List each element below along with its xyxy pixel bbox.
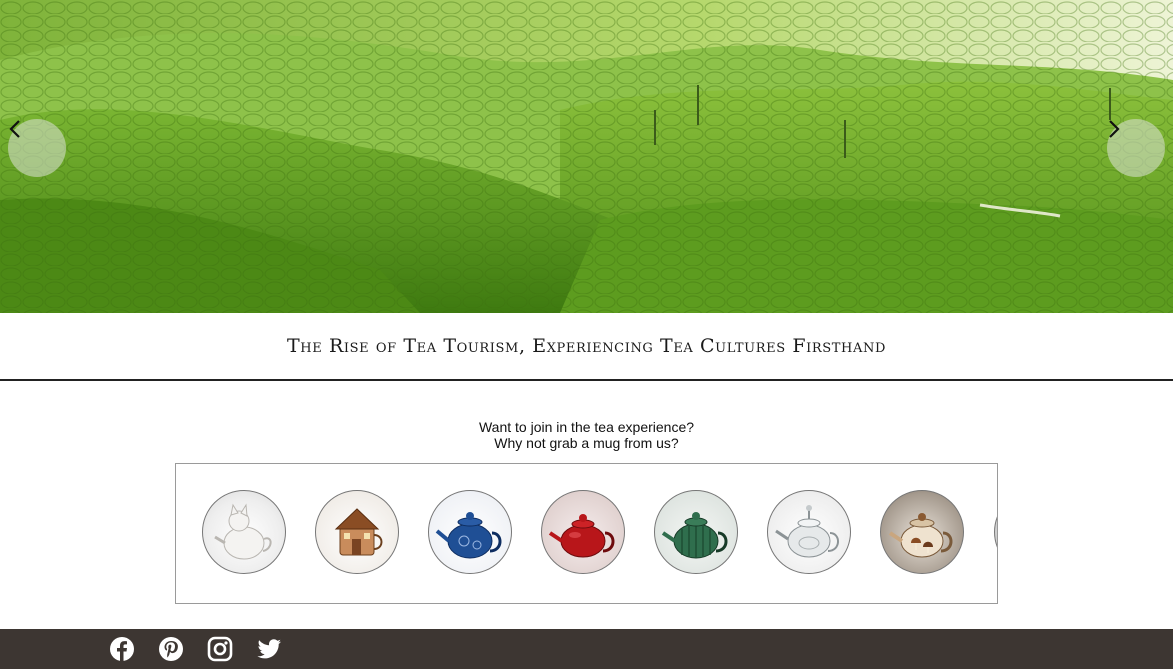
green-teapot-icon xyxy=(661,512,728,559)
product-glass-teapot[interactable] xyxy=(767,490,851,574)
carousel-prev-button[interactable] xyxy=(8,119,66,177)
product-carousel[interactable] xyxy=(175,463,998,604)
promo-line-1: Want to join in the tea experience? xyxy=(478,419,695,435)
product-cat-teapot[interactable] xyxy=(202,490,286,574)
product-next-partial[interactable] xyxy=(994,490,997,574)
blue-teapot-icon xyxy=(435,512,502,559)
chevron-right-icon xyxy=(1109,120,1120,138)
cat-teapot-icon xyxy=(214,503,272,560)
facebook-icon[interactable] xyxy=(109,636,135,662)
carousel-next-button[interactable] xyxy=(1107,119,1165,177)
twitter-icon[interactable] xyxy=(256,636,282,662)
product-green-teapot[interactable] xyxy=(654,490,738,574)
article-title-bar: The Rise of Tea Tourism, Experiencing Te… xyxy=(0,313,1173,381)
article-title: The Rise of Tea Tourism, Experiencing Te… xyxy=(287,335,886,357)
footer xyxy=(0,629,1173,669)
red-teapot-icon xyxy=(548,514,615,558)
promo-line-2: Why not grab a mug from us? xyxy=(494,435,679,451)
instagram-icon[interactable] xyxy=(207,636,233,662)
glass-teapot-icon xyxy=(775,505,839,558)
promo-text: Want to join in the tea experience? Why … xyxy=(0,419,1173,451)
product-red-teapot[interactable] xyxy=(541,490,625,574)
hero-banner xyxy=(0,0,1173,313)
product-cottage-teapot[interactable] xyxy=(315,490,399,574)
pinterest-icon[interactable] xyxy=(158,636,184,662)
product-mushroom-teapot[interactable] xyxy=(880,490,964,574)
tea-plantation-image xyxy=(0,0,1173,313)
mushroom-teapot-icon xyxy=(888,513,953,558)
chevron-left-icon xyxy=(9,120,20,138)
cottage-teapot-icon xyxy=(334,508,383,556)
product-blue-porcelain-teapot[interactable] xyxy=(428,490,512,574)
